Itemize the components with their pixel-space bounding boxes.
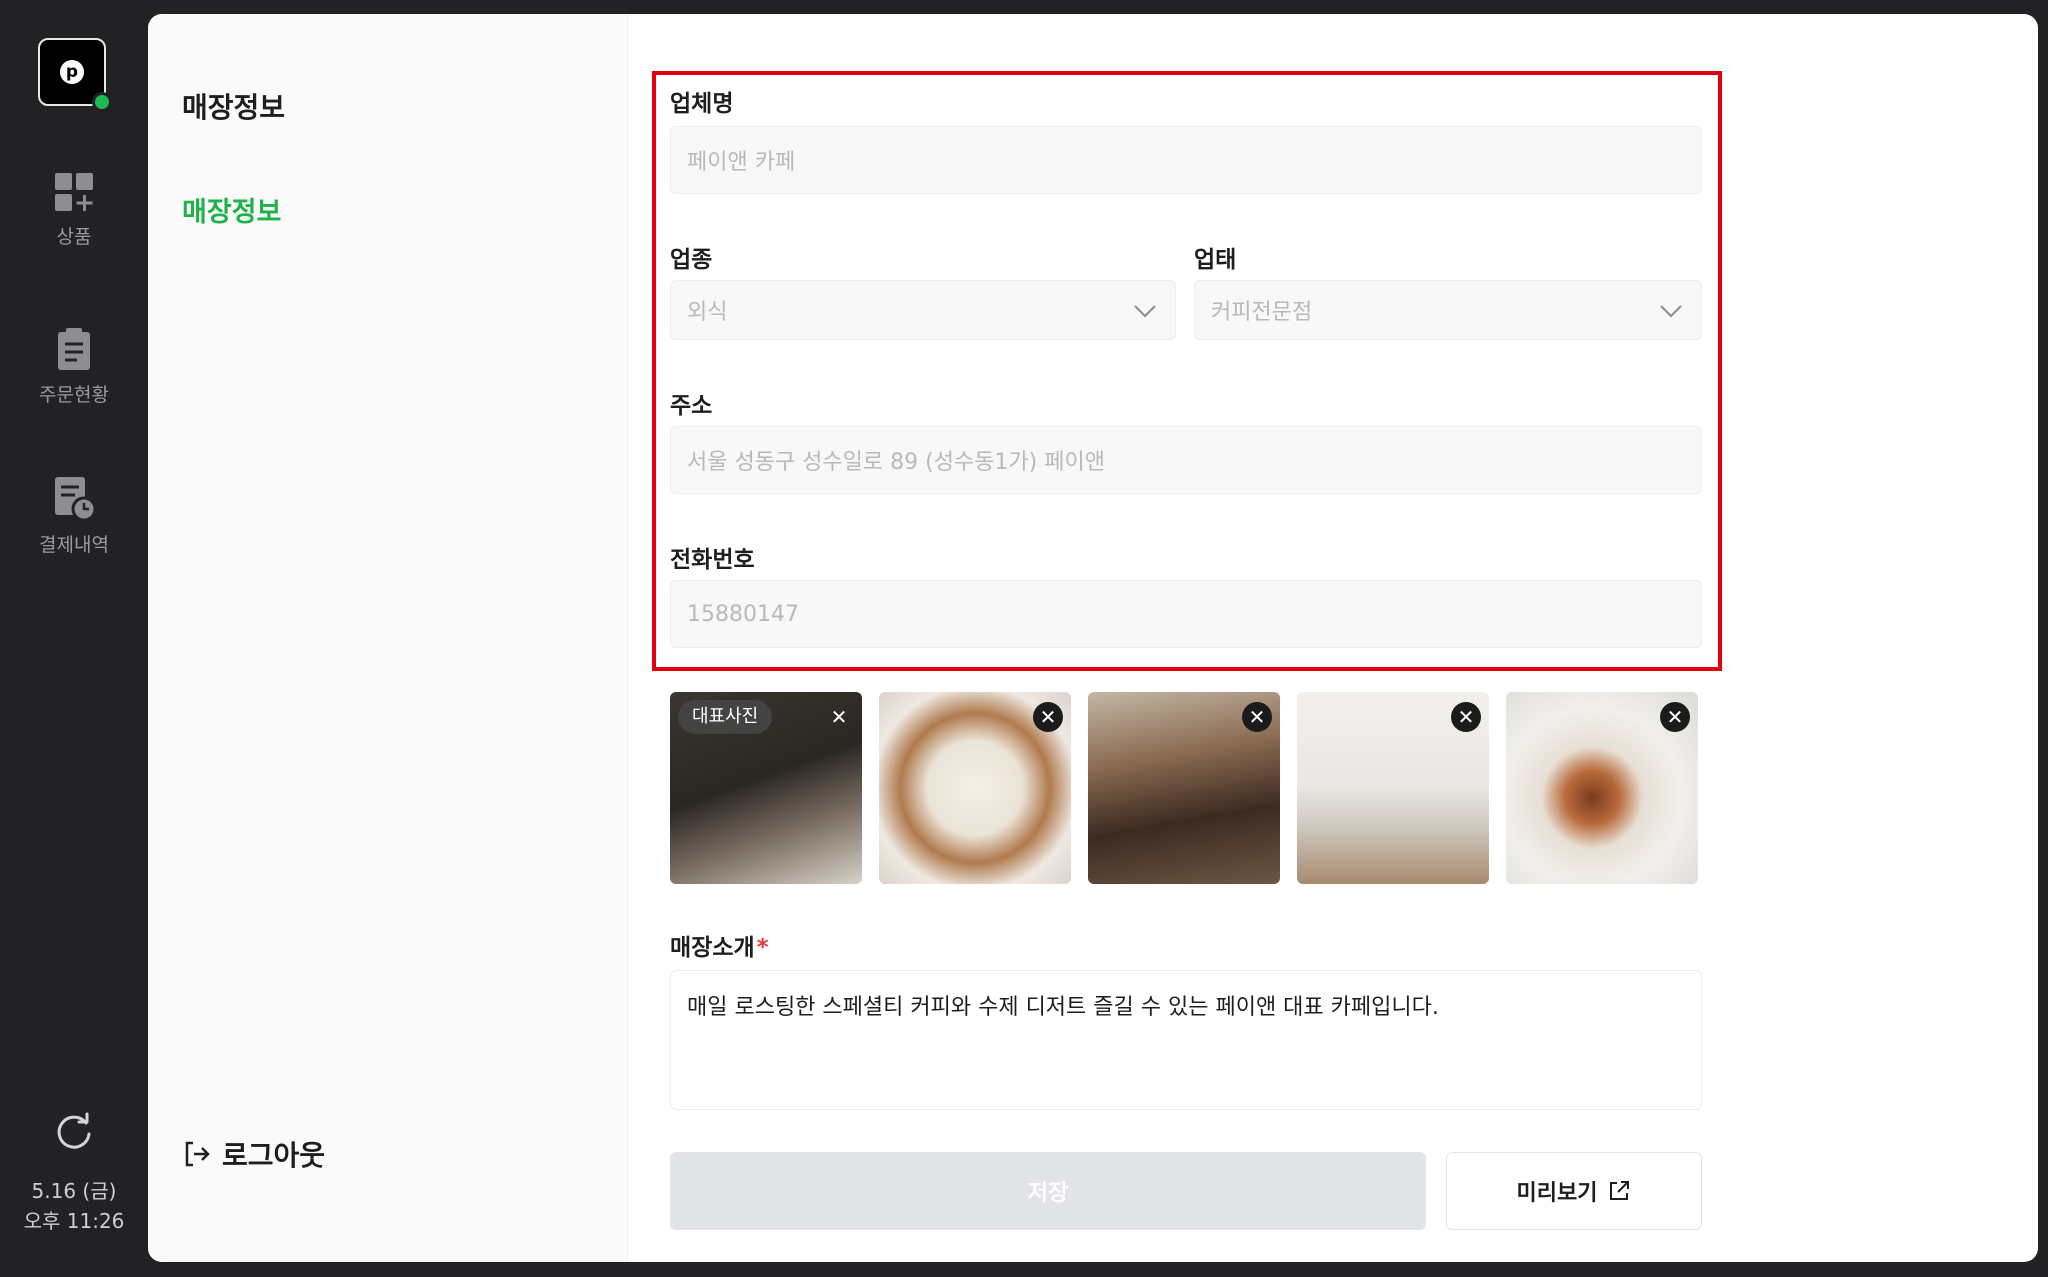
sidebar-item-payments[interactable]: 결제내역: [0, 474, 148, 557]
required-mark: *: [756, 935, 769, 961]
intro-textarea[interactable]: 매일 로스팅한 스페셜티 커피와 수제 디저트 즐길 수 있는 페이앤 대표 카…: [670, 970, 1702, 1110]
photo-thumb-3[interactable]: ✕: [1088, 692, 1280, 884]
main-photo-badge: 대표사진: [678, 700, 773, 734]
refresh-icon[interactable]: [52, 1110, 96, 1154]
photo-thumb-2[interactable]: ✕: [879, 692, 1071, 884]
chevron-down-icon: [1660, 305, 1682, 318]
intro-label-text: 매장소개: [670, 935, 755, 961]
main-card: 매장정보 매장정보 로그아웃 업체명 페이앤 카페 업종 외식 업태 커피전문점…: [148, 14, 2038, 1262]
online-status-dot: [92, 92, 112, 112]
business-category-select[interactable]: 커피전문점: [1194, 280, 1702, 340]
photo-thumb-5[interactable]: ✕: [1506, 692, 1698, 884]
external-link-icon: [1610, 1181, 1630, 1200]
logo-mark: p: [60, 60, 84, 84]
grid-plus-icon: [55, 173, 93, 211]
app-logo[interactable]: p: [38, 38, 112, 112]
sidebar-item-products[interactable]: 상품: [0, 170, 148, 249]
app-root: p 상품 주문현황 결제내역 5.16 (금) 오후 11:26 매장정보 매장…: [0, 0, 2048, 1277]
business-type-value: 외식: [687, 300, 728, 325]
business-type-select[interactable]: 외식: [670, 280, 1176, 340]
photo-thumb-1[interactable]: 대표사진 ✕: [670, 692, 862, 884]
preview-label: 미리보기: [1516, 1181, 1598, 1206]
sidebar: p 상품 주문현황 결제내역 5.16 (금) 오후 11:26: [0, 0, 148, 1277]
receipt-clock-icon: [55, 477, 97, 522]
sidebar-item-orders[interactable]: 주문현황: [0, 326, 148, 407]
clipboard-icon: [58, 328, 90, 370]
phone-label: 전화번호: [670, 547, 755, 573]
sidebar-item-label: 결제내역: [39, 534, 109, 556]
date-text: 5.16 (금): [31, 1179, 117, 1203]
time-text: 오후 11:26: [23, 1209, 125, 1233]
sidebar-item-label: 주문현황: [39, 384, 109, 406]
sidebar-item-label: 상품: [56, 226, 92, 248]
phone-placeholder: 15880147: [687, 601, 799, 627]
address-label: 주소: [670, 393, 713, 419]
photo-thumb-4[interactable]: ✕: [1297, 692, 1489, 884]
address-input[interactable]: 서울 성동구 성수일로 89 (성수동1가) 페이앤: [670, 426, 1702, 494]
company-placeholder: 페이앤 카페: [687, 150, 796, 175]
business-type-label: 업종: [670, 247, 713, 273]
close-icon[interactable]: ✕: [1660, 702, 1690, 732]
save-button[interactable]: 저장: [670, 1152, 1426, 1230]
close-icon[interactable]: ✕: [1451, 702, 1481, 732]
close-icon[interactable]: ✕: [1242, 702, 1272, 732]
business-category-label: 업태: [1194, 247, 1237, 273]
intro-text: 매일 로스팅한 스페셜티 커피와 수제 디저트 즐길 수 있는 페이앤 대표 카…: [687, 995, 1439, 1020]
preview-button[interactable]: 미리보기: [1446, 1152, 1702, 1230]
close-icon[interactable]: ✕: [1033, 702, 1063, 732]
chevron-down-icon: [1134, 305, 1156, 318]
close-icon[interactable]: ✕: [824, 702, 854, 732]
business-category-value: 커피전문점: [1211, 300, 1313, 325]
intro-label: 매장소개*: [670, 928, 769, 962]
store-info-form: 업체명 페이앤 카페 업종 외식 업태 커피전문점 주소 서울 성동구 성수일로…: [148, 14, 2038, 1262]
clock: 5.16 (금) 오후 11:26: [0, 1176, 148, 1236]
company-input[interactable]: 페이앤 카페: [670, 126, 1702, 194]
company-label: 업체명: [670, 91, 734, 117]
phone-input[interactable]: 15880147: [670, 580, 1702, 648]
address-placeholder: 서울 성동구 성수일로 89 (성수동1가) 페이앤: [687, 450, 1105, 475]
